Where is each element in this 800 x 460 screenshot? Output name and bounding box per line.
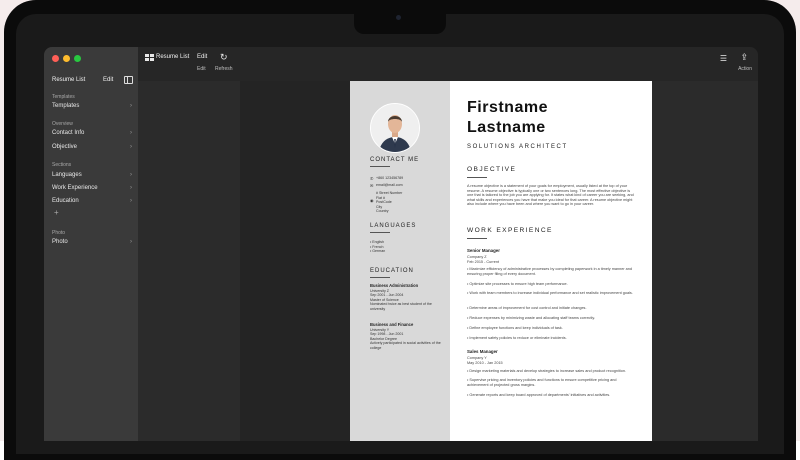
edit-button[interactable]: Edit bbox=[197, 54, 207, 60]
sidebar-item-label: Objective bbox=[52, 144, 78, 150]
sidebar-item-templates[interactable]: Templates › bbox=[52, 103, 132, 109]
job-dates: May 2010 - Jan 2015 bbox=[467, 361, 503, 365]
window-controls bbox=[52, 55, 81, 62]
languages-list: • English • French • German bbox=[370, 240, 446, 254]
action-button-label: Action bbox=[738, 66, 752, 72]
objective-heading: OBJECTIVE bbox=[467, 166, 517, 173]
job-bullet: • Maximize efficiency of administrative … bbox=[467, 267, 633, 276]
job-bullet: • Design marketing materials and develop… bbox=[467, 369, 626, 373]
resume-last-name: Lastname bbox=[467, 119, 546, 136]
section-label-overview: Overview bbox=[52, 121, 73, 127]
chevron-right-icon: › bbox=[130, 198, 132, 204]
sidebar-item-label: Photo bbox=[52, 239, 68, 245]
education-heading: EDUCATION bbox=[370, 268, 414, 274]
section-label-templates: Templates bbox=[52, 94, 75, 100]
job-bullet: • Determine areas of improvement for cos… bbox=[467, 306, 587, 310]
sidebar-item-languages[interactable]: Languages › bbox=[52, 172, 132, 178]
preview-area: CONTACT ME ✆ +860 123456789 ✉ email@mail… bbox=[138, 81, 758, 441]
section-label-photo: Photo bbox=[52, 230, 66, 236]
address-line: Country bbox=[376, 209, 389, 214]
chevron-right-icon: › bbox=[130, 172, 132, 178]
resume-left-column: CONTACT ME ✆ +860 123456789 ✉ email@mail… bbox=[350, 81, 450, 441]
sidebar-item-education[interactable]: Education › bbox=[52, 198, 132, 204]
sidebar-title: Resume List bbox=[52, 77, 86, 83]
divider bbox=[370, 166, 390, 167]
edit-button-label: Edit bbox=[197, 66, 206, 72]
phone-icon: ✆ bbox=[370, 176, 374, 181]
sidebar-item-label: Work Experience bbox=[52, 185, 98, 191]
section-label-sections: Sections bbox=[52, 162, 72, 168]
chevron-right-icon: › bbox=[130, 103, 132, 109]
resume-page[interactable]: CONTACT ME ✆ +860 123456789 ✉ email@mail… bbox=[350, 81, 652, 441]
camera-icon bbox=[396, 15, 401, 20]
camera-notch bbox=[354, 0, 446, 34]
job-bullet: • Define employee functions and keep ind… bbox=[467, 326, 563, 330]
refresh-button-label: Refresh bbox=[215, 66, 233, 72]
resume-job-title: SOLUTIONS ARCHITECT bbox=[467, 144, 568, 150]
add-section-button[interactable]: + bbox=[54, 208, 59, 217]
contact-phone: +860 123456789 bbox=[376, 176, 404, 180]
contact-heading: CONTACT ME bbox=[370, 157, 420, 163]
divider bbox=[370, 277, 390, 278]
job-company: Company Y bbox=[467, 356, 487, 360]
job-bullet: • Implement safety policies to reduce or… bbox=[467, 336, 567, 340]
sidebar-item-label: Education bbox=[52, 198, 79, 204]
sidebar-item-work-experience[interactable]: Work Experience › bbox=[52, 185, 132, 191]
sidebar-item-label: Languages bbox=[52, 172, 82, 178]
education-note: Actively participated in social activiti… bbox=[370, 341, 441, 350]
app-window: Resume List Edit Templates Templates › Ov… bbox=[44, 47, 758, 441]
share-icon[interactable]: ⇪ bbox=[740, 52, 748, 63]
chevron-right-icon: › bbox=[130, 239, 132, 245]
sidebar-item-photo[interactable]: Photo › bbox=[52, 239, 132, 245]
minimize-window-button[interactable] bbox=[63, 55, 70, 62]
job-role: Senior Manager bbox=[467, 248, 500, 253]
chevron-right-icon: › bbox=[130, 130, 132, 136]
sidebar-item-label: Templates bbox=[52, 103, 80, 109]
sidebar-header: Resume List Edit bbox=[52, 76, 133, 88]
sidebar-item-objective[interactable]: Objective › bbox=[52, 144, 132, 150]
close-window-button[interactable] bbox=[52, 55, 59, 62]
job-dates: Feb 2015 - Current bbox=[467, 260, 500, 264]
language-item: • German bbox=[370, 249, 386, 254]
languages-heading: LANGUAGES bbox=[370, 223, 417, 229]
education-note: Nominated twice as best student of the u… bbox=[370, 302, 432, 311]
job-company: Company Z bbox=[467, 255, 487, 259]
job-role: Sales Manager bbox=[467, 349, 498, 354]
chevron-right-icon: › bbox=[130, 185, 132, 191]
sidebar-item-contact-info[interactable]: Contact Info › bbox=[52, 130, 132, 136]
location-icon: ◉ bbox=[370, 198, 374, 203]
zoom-window-button[interactable] bbox=[74, 55, 81, 62]
job-bullet: • Optimize site processes to ensure high… bbox=[467, 282, 568, 286]
profile-photo bbox=[370, 103, 420, 153]
email-icon: ✉ bbox=[370, 183, 374, 188]
chevron-right-icon: › bbox=[130, 144, 132, 150]
education-entry: Business Administration University Z Sep… bbox=[370, 283, 446, 312]
refresh-icon[interactable]: ↻ bbox=[220, 52, 228, 63]
education-entry: Business and Finance University Y Sep 19… bbox=[370, 322, 446, 351]
grid-icon bbox=[145, 54, 154, 61]
resume-first-name: Firstname bbox=[467, 99, 548, 116]
job-bullet: • Generate reports and keep board approv… bbox=[467, 393, 611, 397]
sidebar-toggle-icon[interactable] bbox=[124, 76, 133, 84]
work-experience-heading: WORK EXPERIENCE bbox=[467, 227, 553, 234]
job-bullet: • Work with team members to increase ind… bbox=[467, 291, 633, 295]
toolbar: Resume List Edit Edit ↻ Refresh ☰ ⇪ Acti… bbox=[138, 47, 758, 81]
job-bullet: • Supervise pricing and inventory polici… bbox=[467, 378, 617, 387]
toolbar-title[interactable]: Resume List bbox=[156, 54, 189, 60]
contact-email: email@mail.com bbox=[376, 183, 403, 187]
sidebar-edit-button[interactable]: Edit bbox=[103, 77, 113, 83]
divider bbox=[370, 232, 390, 233]
sidebar: Resume List Edit Templates Templates › Ov… bbox=[44, 47, 138, 441]
divider bbox=[467, 177, 487, 178]
sidebar-item-label: Contact Info bbox=[52, 130, 85, 136]
list-icon[interactable]: ☰ bbox=[720, 54, 727, 63]
objective-text: A resume objective is a statement of you… bbox=[467, 184, 634, 207]
divider bbox=[467, 238, 487, 239]
contact-address: # Street Number Flat # PostCode City Cou… bbox=[376, 191, 452, 214]
job-bullet: • Reduce expenses by minimizing waste an… bbox=[467, 316, 596, 320]
